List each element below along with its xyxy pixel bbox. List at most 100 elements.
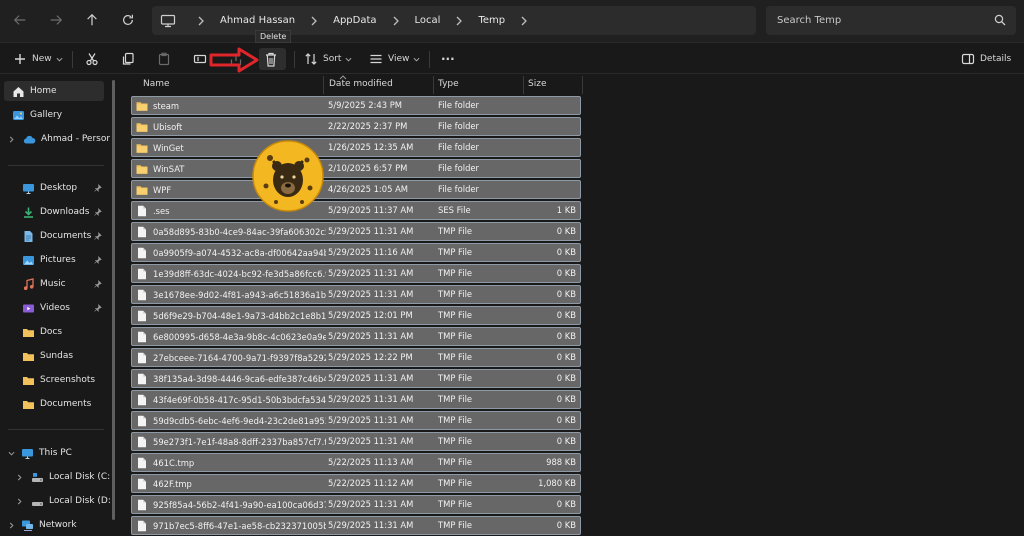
file-row[interactable]: WinGet 1/26/2025 12:35 AM File folder xyxy=(131,138,581,157)
file-icon xyxy=(136,436,148,448)
column-header-date[interactable]: Date modified xyxy=(329,79,393,89)
sidebar-item-label: Network xyxy=(39,520,77,530)
file-row[interactable]: WPF 4/26/2025 1:05 AM File folder xyxy=(131,180,581,199)
file-name-cell: 38f135a4-3d98-4446-9ca6-edfe387c46b4... xyxy=(136,372,326,386)
file-type: TMP File xyxy=(438,394,473,404)
view-button[interactable]: View xyxy=(369,50,420,68)
file-size: 0 KB xyxy=(556,268,576,278)
up-button[interactable] xyxy=(81,9,103,31)
folder-icon xyxy=(22,398,35,411)
file-name: WinGet xyxy=(153,143,184,153)
sidebar-item-network[interactable]: Network xyxy=(0,515,110,535)
file-row[interactable]: steam 5/9/2025 2:43 PM File folder xyxy=(131,96,581,115)
file-row[interactable]: .ses 5/29/2025 11:37 AM SES File 1 KB xyxy=(131,201,581,220)
sidebar-item-gallery[interactable]: Gallery xyxy=(0,105,110,125)
column-header-name[interactable]: Name xyxy=(143,79,170,89)
file-name-cell: 0a58d895-83b0-4ce9-84ac-39fa606302c5... xyxy=(136,225,326,239)
scrollbar-thumb[interactable] xyxy=(112,80,115,520)
drive-icon xyxy=(31,471,44,484)
chevron-right-icon xyxy=(9,522,14,528)
column-divider xyxy=(323,76,324,94)
file-row[interactable]: 59d9cdb5-6ebc-4ef6-9ed4-23c2de81a953... 5… xyxy=(131,411,581,430)
file-row[interactable]: 43f4e69f-0b58-417c-95d1-50b3bdcfa534... 5… xyxy=(131,390,581,409)
sidebar-item-sundas[interactable]: Sundas xyxy=(0,346,110,366)
sidebar-item-home[interactable]: Home xyxy=(4,81,104,101)
breadcrumb-item[interactable]: Local xyxy=(415,15,441,26)
new-button[interactable]: New xyxy=(13,50,63,68)
folder-icon xyxy=(136,100,148,112)
sidebar-item-screenshots[interactable]: Screenshots xyxy=(0,370,110,390)
file-size: 0 KB xyxy=(556,289,576,299)
sidebar-item-label: Music xyxy=(40,279,66,289)
scissors-icon xyxy=(86,53,98,66)
file-row[interactable]: 462F.tmp 5/22/2025 11:12 AM TMP File 1,080 … xyxy=(131,474,581,493)
file-row[interactable]: 5d6f9e29-b704-48e1-9a73-d4bb2c1e8b10... 5… xyxy=(131,306,581,325)
search-input[interactable]: Search Temp xyxy=(766,6,1016,35)
annotation-arrow-icon xyxy=(209,47,259,73)
file-row[interactable]: 0a9905f9-a074-4532-ac8a-df00642aa94b.t..… xyxy=(131,243,581,262)
breadcrumb-item[interactable]: AppData xyxy=(333,15,376,26)
file-row[interactable]: 925f85a4-56b2-4f41-9a90-ea100ca06d37.t..… xyxy=(131,495,581,514)
file-name: 59d9cdb5-6ebc-4ef6-9ed4-23c2de81a953... xyxy=(153,416,326,426)
sort-button[interactable]: Sort xyxy=(304,50,352,68)
sidebar-item-this-pc[interactable]: This PC xyxy=(0,443,110,463)
file-row[interactable]: 0a58d895-83b0-4ce9-84ac-39fa606302c5... 5… xyxy=(131,222,581,241)
column-header-size[interactable]: Size xyxy=(528,79,546,89)
sidebar-scrollbar[interactable] xyxy=(110,74,118,536)
details-button[interactable]: Details xyxy=(961,50,1011,68)
sidebar-item-videos[interactable]: Videos xyxy=(0,298,110,318)
file-size: 0 KB xyxy=(556,394,576,404)
sidebar-item-music[interactable]: Music xyxy=(0,274,110,294)
file-date: 5/9/2025 2:43 PM xyxy=(328,100,403,110)
paste-button[interactable] xyxy=(157,50,171,68)
rename-button[interactable] xyxy=(193,50,207,68)
file-name: 38f135a4-3d98-4446-9ca6-edfe387c46b4... xyxy=(153,374,326,384)
back-button[interactable] xyxy=(9,9,31,31)
view-label: View xyxy=(388,54,410,64)
file-type: TMP File xyxy=(438,499,473,509)
forward-button[interactable] xyxy=(45,9,67,31)
file-size: 0 KB xyxy=(556,331,576,341)
file-date: 5/29/2025 11:31 AM xyxy=(328,331,414,341)
file-date: 5/29/2025 11:31 AM xyxy=(328,415,414,425)
file-row[interactable]: 971b7ec5-8ff6-47e1-ae58-cb232371005b... 5… xyxy=(131,516,581,535)
file-row[interactable]: 27ebceee-7164-4700-9a71-f9397f8a5292.t..… xyxy=(131,348,581,367)
sidebar-item-downloads[interactable]: Downloads xyxy=(0,202,110,222)
column-header-type[interactable]: Type xyxy=(438,79,459,89)
file-size: 988 KB xyxy=(546,457,576,467)
address-bar[interactable]: Ahmad Hassan AppData Local Temp xyxy=(152,6,756,35)
monitor-icon xyxy=(160,14,176,27)
file-date: 5/22/2025 11:12 AM xyxy=(328,478,414,488)
sidebar-item-pictures[interactable]: Pictures xyxy=(0,250,110,270)
sidebar-item-label: Local Disk (D:) xyxy=(49,496,110,506)
file-row[interactable]: 38f135a4-3d98-4446-9ca6-edfe387c46b4... 5… xyxy=(131,369,581,388)
file-name-cell: 1e39d8ff-63dc-4024-bc92-fe3d5a86fcc6.t..… xyxy=(136,267,326,281)
more-options-button[interactable]: ... xyxy=(441,47,455,65)
chevron-right-icon xyxy=(521,16,528,25)
cut-button[interactable] xyxy=(85,50,99,68)
file-name-cell: 59d9cdb5-6ebc-4ef6-9ed4-23c2de81a953... xyxy=(136,414,326,428)
sidebar-item-documents[interactable]: Documents xyxy=(0,226,110,246)
file-name: 59e273f1-7e1f-48a8-8dff-2337ba857cf7.t..… xyxy=(153,437,326,447)
file-date: 5/29/2025 12:01 PM xyxy=(328,310,413,320)
copy-button[interactable] xyxy=(121,50,135,68)
file-row[interactable]: 461C.tmp 5/22/2025 11:13 AM TMP File 988 KB xyxy=(131,453,581,472)
sidebar-item-onedrive[interactable]: Ahmad - Personal xyxy=(0,129,110,149)
sidebar-item-desktop[interactable]: Desktop xyxy=(0,178,110,198)
file-row[interactable]: WinSAT 2/10/2025 6:57 PM File folder xyxy=(131,159,581,178)
sidebar-item-documents-folder[interactable]: Documents xyxy=(0,394,110,414)
sidebar-item-docs[interactable]: Docs xyxy=(0,322,110,342)
file-row[interactable]: 59e273f1-7e1f-48a8-8dff-2337ba857cf7.t..… xyxy=(131,432,581,451)
sidebar-item-local-disk-d[interactable]: Local Disk (D:) xyxy=(0,491,110,511)
file-row[interactable]: Ubisoft 2/22/2025 2:37 PM File folder xyxy=(131,117,581,136)
sidebar-item-local-disk-c[interactable]: Local Disk (C:) xyxy=(0,467,110,487)
file-icon xyxy=(136,352,148,364)
file-row[interactable]: 1e39d8ff-63dc-4024-bc92-fe3d5a86fcc6.t..… xyxy=(131,264,581,283)
file-date: 2/10/2025 6:57 PM xyxy=(328,163,408,173)
file-row[interactable]: 3e1678ee-9d02-4f81-a943-a6c51836a1b4... 5… xyxy=(131,285,581,304)
file-row[interactable]: 6e800995-d658-4e3a-9b8c-4c0623e0a9e4... 5… xyxy=(131,327,581,346)
refresh-button[interactable] xyxy=(117,9,139,31)
breadcrumb-item[interactable]: Ahmad Hassan xyxy=(220,15,295,26)
breadcrumb-item[interactable]: Temp xyxy=(478,15,505,26)
file-name: 5d6f9e29-b704-48e1-9a73-d4bb2c1e8b10... xyxy=(153,311,326,321)
